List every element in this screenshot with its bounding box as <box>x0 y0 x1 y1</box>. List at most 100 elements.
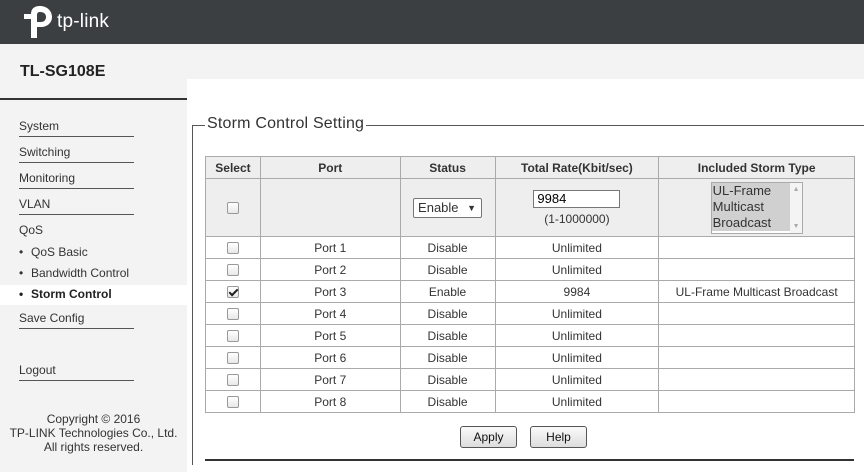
row-port: Port 6 <box>259 346 401 369</box>
total-rate-input[interactable]: 9984 <box>533 189 621 208</box>
config-port-cell <box>259 178 401 237</box>
table-row: Port 2 Disable Unlimited <box>205 258 855 281</box>
row-storm-types: UL-Frame Multicast Broadcast <box>658 280 855 303</box>
row-total-rate: Unlimited <box>494 302 660 325</box>
row-storm-types <box>658 346 855 369</box>
nav-bandwidth-control[interactable]: • Bandwidth Control <box>19 266 129 280</box>
col-header-status: Status <box>399 156 496 179</box>
tp-link-logo-icon <box>20 5 54 39</box>
apply-button[interactable]: Apply <box>460 426 517 448</box>
row-total-rate: Unlimited <box>494 346 660 369</box>
nav-qos-basic-label: QoS Basic <box>31 245 88 259</box>
row-port: Port 7 <box>259 368 401 391</box>
bottom-divider <box>205 459 854 461</box>
status-select-value: Enable <box>418 199 459 215</box>
nav-logout[interactable]: Logout <box>19 363 134 381</box>
status-select[interactable]: Enable ▼ <box>413 197 483 218</box>
table-row: Port 8 Disable Unlimited <box>205 390 855 413</box>
row-total-rate: Unlimited <box>494 236 660 259</box>
storm-type-option[interactable]: Broadcast <box>712 215 791 231</box>
row-port: Port 1 <box>259 236 401 259</box>
port-select-checkbox[interactable] <box>226 330 239 343</box>
bullet-icon: • <box>19 245 24 259</box>
row-status: Disable <box>399 346 496 369</box>
row-select-cell <box>205 258 261 281</box>
row-status: Disable <box>399 390 496 413</box>
port-select-checkbox[interactable] <box>226 264 239 277</box>
row-select-cell <box>205 236 261 259</box>
top-header-bar: tp-link <box>0 0 864 44</box>
nav-save-config[interactable]: Save Config <box>19 311 134 329</box>
copyright-line-3: All rights reserved. <box>43 440 144 454</box>
table-row: Port 7 Disable Unlimited <box>205 368 855 391</box>
help-button[interactable]: Help <box>530 426 587 448</box>
row-total-rate: Unlimited <box>494 258 660 281</box>
storm-type-option[interactable]: Multicast <box>712 199 791 215</box>
nav-qos[interactable]: QoS <box>19 223 134 241</box>
table-row: Port 3 Enable 9984 UL-Frame Multicast Broad… <box>205 280 855 303</box>
row-status: Disable <box>399 368 496 391</box>
col-header-total-rate: Total Rate(Kbit/sec) <box>494 156 660 179</box>
row-select-cell <box>205 390 261 413</box>
nav-storm-control[interactable]: • Storm Control <box>19 287 112 301</box>
copyright-line-1: Copyright © 2016 <box>46 412 141 426</box>
row-storm-types <box>658 390 855 413</box>
table-row: Port 4 Disable Unlimited <box>205 302 855 325</box>
logo-text: tp-link <box>57 11 110 32</box>
chevron-down-icon: ▼ <box>467 202 477 213</box>
row-select-cell <box>205 324 261 347</box>
col-header-port: Port <box>259 156 401 179</box>
row-port: Port 3 <box>259 280 401 303</box>
nav-system[interactable]: System <box>19 119 134 137</box>
storm-control-table: Select Port Status Total Rate(Kbit/sec) … <box>205 156 855 413</box>
port-select-checkbox[interactable] <box>226 286 239 299</box>
row-total-rate: Unlimited <box>494 368 660 391</box>
col-header-select: Select <box>205 156 261 179</box>
tp-link-logo[interactable]: tp-link <box>20 5 109 39</box>
row-total-rate: 9984 <box>494 280 660 303</box>
config-storm-type-cell: UL-Frame Multicast Broadcast ▲ ▼ <box>658 178 855 237</box>
config-rate-cell: 9984 (1-1000000) <box>494 178 660 237</box>
scroll-up-icon[interactable]: ▲ <box>793 186 800 193</box>
table-header-row: Select Port Status Total Rate(Kbit/sec) … <box>205 156 855 179</box>
table-row: Port 5 Disable Unlimited <box>205 324 855 347</box>
select-all-checkbox[interactable] <box>226 202 239 215</box>
nav-monitoring[interactable]: Monitoring <box>19 171 134 189</box>
row-select-cell <box>205 368 261 391</box>
nav-vlan[interactable]: VLAN <box>19 197 134 215</box>
bullet-icon: • <box>19 266 24 280</box>
listbox-scrollbar[interactable]: ▲ ▼ <box>789 182 802 233</box>
row-storm-types <box>658 368 855 391</box>
scroll-down-icon[interactable]: ▼ <box>793 223 800 230</box>
table-row: Port 6 Disable Unlimited <box>205 346 855 369</box>
config-select-cell <box>205 178 261 237</box>
col-header-storm-type: Included Storm Type <box>658 156 855 179</box>
copyright-line-2: TP-LINK Technologies Co., Ltd. <box>9 426 178 440</box>
port-select-checkbox[interactable] <box>226 352 239 365</box>
row-total-rate: Unlimited <box>494 390 660 413</box>
rate-range-hint: (1-1000000) <box>544 211 610 226</box>
model-divider <box>0 98 187 100</box>
row-status: Disable <box>399 258 496 281</box>
storm-type-listbox[interactable]: UL-Frame Multicast Broadcast ▲ ▼ <box>710 181 803 234</box>
row-select-cell <box>205 280 261 303</box>
row-storm-types <box>658 302 855 325</box>
storm-type-option[interactable]: UL-Frame <box>712 183 791 199</box>
row-status: Disable <box>399 324 496 347</box>
row-select-cell <box>205 346 261 369</box>
port-select-checkbox[interactable] <box>226 308 239 321</box>
nav-switching[interactable]: Switching <box>19 145 134 163</box>
nav-bandwidth-control-label: Bandwidth Control <box>31 266 130 280</box>
port-select-checkbox[interactable] <box>226 374 239 387</box>
config-row: Enable ▼ 9984 (1-1000000) UL-Frame Multic… <box>205 178 855 237</box>
row-port: Port 8 <box>259 390 401 413</box>
nav-qos-basic[interactable]: • QoS Basic <box>19 245 88 259</box>
port-select-checkbox[interactable] <box>226 242 239 255</box>
row-port: Port 2 <box>259 258 401 281</box>
port-select-checkbox[interactable] <box>226 396 239 409</box>
row-select-cell <box>205 302 261 325</box>
row-total-rate: Unlimited <box>494 324 660 347</box>
table-row: Port 1 Disable Unlimited <box>205 236 855 259</box>
bullet-icon: • <box>19 287 24 301</box>
storm-type-options: UL-Frame Multicast Broadcast <box>711 182 791 231</box>
